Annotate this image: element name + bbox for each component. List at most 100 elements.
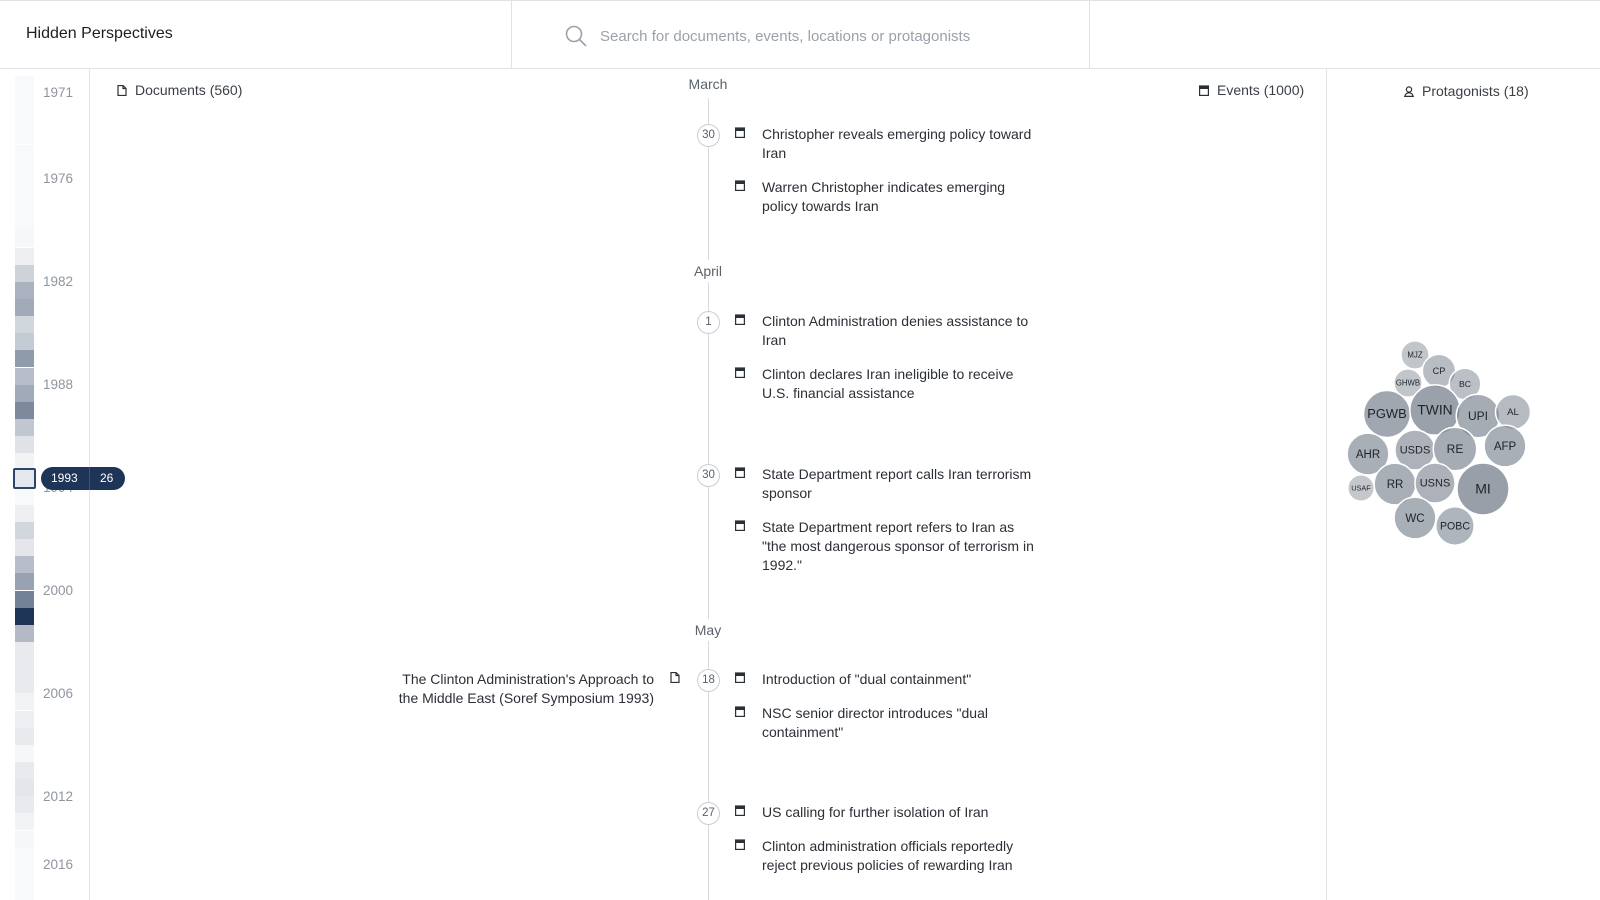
year-density-cell[interactable] [15, 641, 34, 659]
event-item[interactable]: State Department report refers to Iran a… [735, 518, 1035, 575]
event-item[interactable]: US calling for further isolation of Iran [735, 803, 1035, 822]
year-density-cell[interactable] [15, 659, 34, 677]
year-label[interactable]: 2006 [43, 686, 73, 701]
event-item[interactable]: Clinton Administration denies assistance… [735, 312, 1035, 350]
top-bar: Hidden Perspectives [0, 0, 1600, 69]
year-density-cell[interactable] [15, 384, 34, 402]
year-density-cell[interactable] [15, 744, 34, 762]
year-density-cell[interactable] [15, 333, 34, 351]
document-icon [117, 84, 127, 96]
month-label: March [648, 73, 768, 95]
event-title: Clinton declares Iran ineligible to rece… [762, 366, 1014, 401]
event-item[interactable]: State Department report calls Iran terro… [735, 465, 1035, 503]
year-density-cell[interactable] [15, 264, 34, 282]
year-density-cell[interactable] [15, 521, 34, 539]
year-density-cell[interactable] [15, 162, 34, 179]
calendar-icon [735, 839, 745, 850]
year-density-cell[interactable] [15, 624, 34, 642]
year-density-cell[interactable] [15, 590, 34, 608]
year-density-cell[interactable] [15, 813, 34, 831]
year-density-cell[interactable] [15, 247, 34, 265]
year-density-cell[interactable] [15, 76, 34, 93]
year-density-cell[interactable] [15, 213, 34, 230]
selected-year-marker[interactable] [13, 468, 36, 489]
event-item[interactable]: Warren Christopher indicates emerging po… [735, 178, 1035, 216]
year-density-cell[interactable] [15, 196, 34, 213]
event-item[interactable]: Introduction of "dual containment" [735, 670, 1035, 689]
year-density-cell[interactable] [15, 727, 34, 745]
year-density-cell[interactable] [15, 110, 34, 127]
year-label[interactable]: 1982 [43, 274, 73, 289]
document-item[interactable]: The Clinton Administration's Approach to… [380, 670, 680, 708]
year-density-cell[interactable] [15, 93, 34, 110]
selected-year-count: 26 [100, 471, 114, 485]
protagonist-initials: USDS [1400, 445, 1431, 457]
year-density-cell[interactable] [15, 573, 34, 591]
year-label[interactable]: 2000 [43, 583, 73, 598]
month-label: May [648, 619, 768, 641]
day-marker[interactable]: 18 [697, 669, 720, 692]
calendar-icon [735, 180, 745, 191]
year-density-cell[interactable] [15, 127, 34, 144]
year-density-cell[interactable] [15, 488, 34, 505]
protagonist-initials: BC [1459, 379, 1471, 389]
year-density-cell[interactable] [15, 762, 34, 779]
year-density-cell[interactable] [15, 436, 34, 454]
event-item[interactable]: Christopher reveals emerging policy towa… [735, 125, 1035, 163]
event-item[interactable]: Clinton administration officials reporte… [735, 837, 1035, 875]
events-count-label: Events (1000) [1217, 82, 1305, 98]
protagonist-initials: POBC [1440, 520, 1470, 532]
day-marker[interactable]: 30 [697, 124, 720, 147]
year-density-cell[interactable] [15, 848, 34, 865]
year-density-cell[interactable] [15, 298, 34, 316]
year-density-cell[interactable] [15, 281, 34, 299]
year-density-cell[interactable] [15, 865, 34, 882]
year-density-cell[interactable] [15, 401, 34, 419]
document-title: The Clinton Administration's Approach to… [398, 671, 654, 706]
year-density-cell[interactable] [15, 796, 34, 814]
year-density-cell[interactable] [15, 230, 34, 248]
event-item[interactable]: NSC senior director introduces "dual con… [735, 704, 1035, 742]
day-marker[interactable]: 27 [697, 802, 720, 825]
year-density-cell[interactable] [15, 539, 34, 557]
year-density-cell[interactable] [15, 607, 34, 625]
year-density-cell[interactable] [15, 179, 34, 196]
protagonist-initials: UPI [1468, 409, 1488, 423]
year-density-cell[interactable] [15, 676, 34, 694]
year-label[interactable]: 1971 [43, 85, 73, 100]
app-title[interactable]: Hidden Perspectives [26, 25, 173, 43]
year-label[interactable]: 2016 [43, 857, 73, 872]
year-density-cell[interactable] [15, 350, 34, 368]
calendar-icon [735, 672, 745, 683]
year-density-cell[interactable] [15, 145, 34, 162]
protagonist-initials: MJZ [1407, 351, 1422, 360]
year-density-cell[interactable] [15, 316, 34, 334]
event-title: NSC senior director introduces "dual con… [762, 705, 988, 740]
month-label: April [648, 260, 768, 282]
event-title: State Department report calls Iran terro… [762, 466, 1032, 501]
year-density-cell[interactable] [15, 693, 34, 711]
year-density-cell[interactable] [15, 779, 34, 797]
year-density-cell[interactable] [15, 367, 34, 385]
year-label[interactable]: 1988 [43, 377, 73, 392]
day-marker[interactable]: 1 [697, 311, 720, 334]
event-title: US calling for further isolation of Iran [762, 804, 989, 820]
year-density-cell[interactable] [15, 504, 34, 522]
year-label[interactable]: 1976 [43, 171, 73, 186]
calendar-icon [735, 467, 745, 478]
calendar-icon [735, 127, 745, 138]
protagonist-initials: CP [1433, 366, 1446, 376]
event-item[interactable]: Clinton declares Iran ineligible to rece… [735, 365, 1035, 403]
search-bar[interactable] [511, 1, 1090, 69]
year-density-cell[interactable] [15, 830, 34, 848]
year-scrubber[interactable]: 1971 1976 1982 1988 1994 2000 2006 2012 … [0, 69, 125, 900]
badge-divider [89, 467, 90, 490]
year-density-cell[interactable] [15, 882, 34, 899]
protagonist-initials: MI [1475, 481, 1491, 497]
year-label[interactable]: 2012 [43, 789, 73, 804]
year-density-cell[interactable] [15, 556, 34, 574]
search-input[interactable] [600, 23, 1070, 49]
year-density-cell[interactable] [15, 419, 34, 436]
day-marker[interactable]: 30 [697, 464, 720, 487]
year-density-cell[interactable] [15, 710, 34, 728]
